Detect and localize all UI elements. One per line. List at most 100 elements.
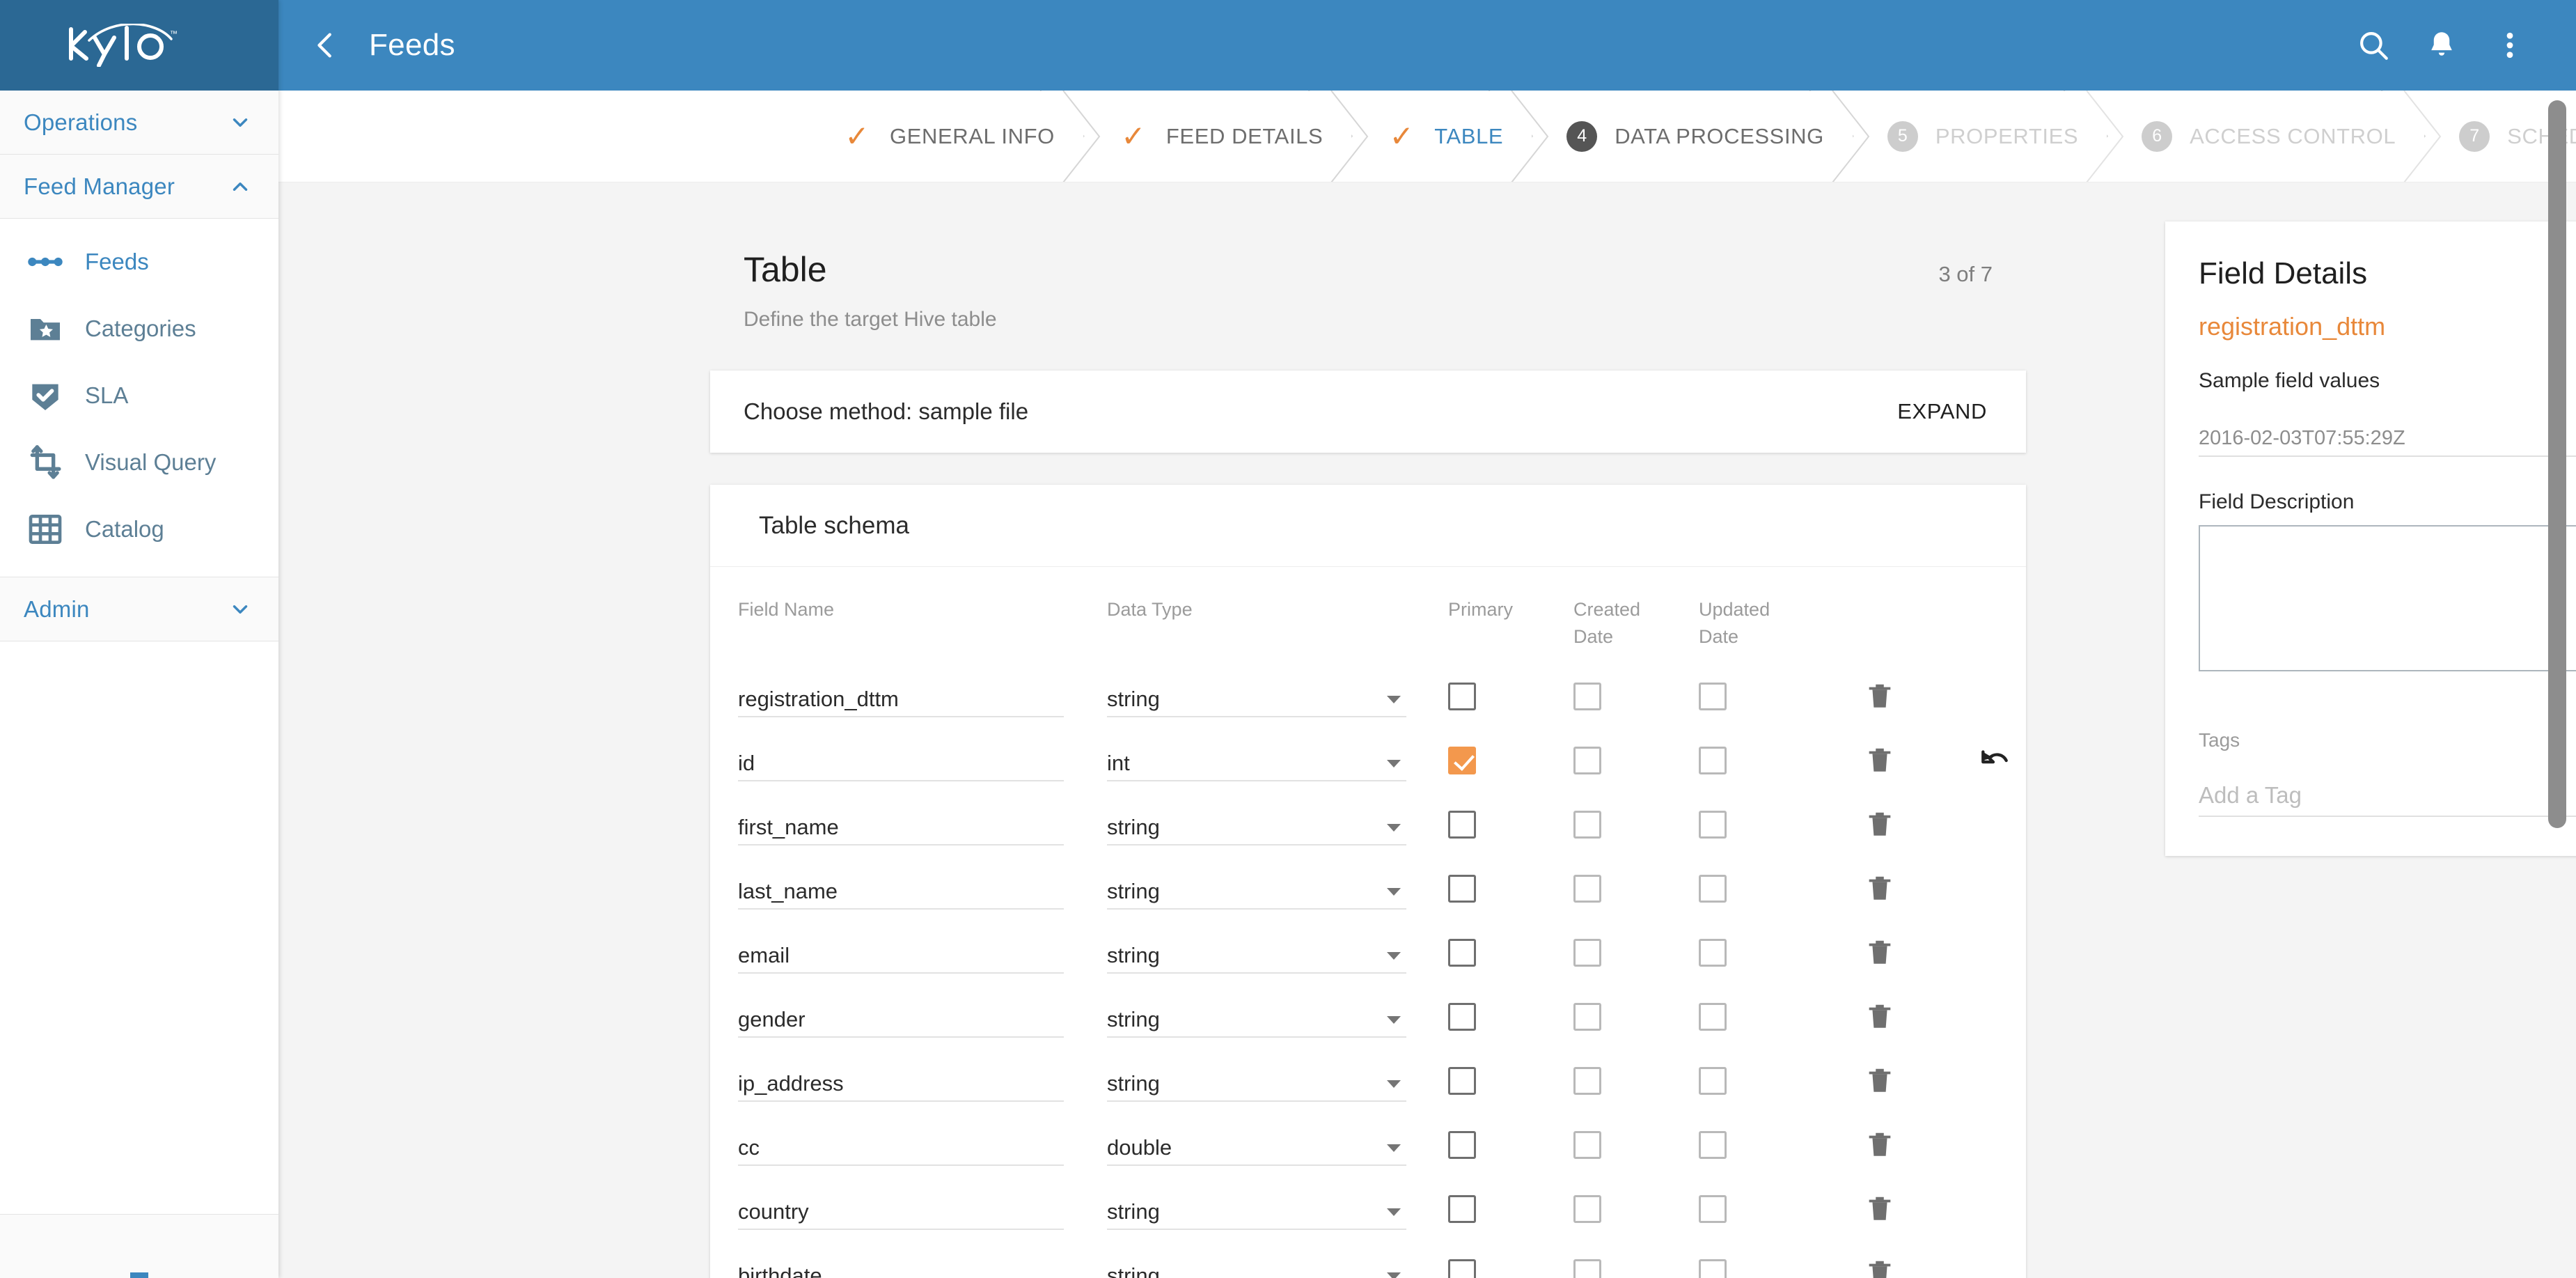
trash-icon[interactable] bbox=[1864, 1257, 1896, 1278]
sample-field-values-select[interactable]: 2016-02-03T07:55:29Z bbox=[2199, 411, 2576, 457]
primary-checkbox[interactable] bbox=[1448, 1195, 1476, 1224]
updated-date-checkbox[interactable] bbox=[1699, 811, 1727, 839]
search-icon[interactable] bbox=[2349, 21, 2398, 70]
sidebar-group-feed-manager-label: Feed Manager bbox=[24, 173, 175, 199]
data-type-select[interactable]: string bbox=[1107, 1060, 1406, 1102]
schema-table-header-row: Field Name Data Type Primary Created Dat… bbox=[710, 585, 2026, 664]
data-type-select[interactable]: string bbox=[1107, 1252, 1406, 1278]
step-general-info[interactable]: ✓ GENERAL INFO bbox=[808, 91, 1101, 182]
more-vertical-icon[interactable] bbox=[2485, 21, 2534, 70]
sidebar-item-catalog[interactable]: Catalog bbox=[0, 496, 278, 563]
updated-date-checkbox[interactable] bbox=[1699, 683, 1727, 711]
step-properties[interactable]: 5 PROPERTIES bbox=[1853, 91, 2124, 182]
created-date-checkbox[interactable] bbox=[1573, 1131, 1601, 1160]
field-name-input[interactable]: id bbox=[738, 740, 1064, 782]
step-table[interactable]: ✓ TABLE bbox=[1352, 91, 1549, 182]
created-date-checkbox[interactable] bbox=[1573, 683, 1601, 711]
field-name-input[interactable]: country bbox=[738, 1188, 1064, 1231]
created-date-checkbox[interactable] bbox=[1573, 1195, 1601, 1224]
created-date-checkbox[interactable] bbox=[1573, 1067, 1601, 1096]
field-description-input[interactable] bbox=[2199, 525, 2576, 671]
updated-date-checkbox[interactable] bbox=[1699, 875, 1727, 903]
primary-checkbox[interactable] bbox=[1448, 1067, 1476, 1096]
trash-icon[interactable] bbox=[1864, 1001, 1896, 1033]
sidebar-item-feeds[interactable]: Feeds bbox=[0, 228, 278, 295]
primary-checkbox[interactable] bbox=[1448, 1131, 1476, 1160]
chevron-left-icon[interactable] bbox=[306, 26, 345, 65]
updated-date-checkbox[interactable] bbox=[1699, 1195, 1727, 1224]
data-type-select[interactable]: string bbox=[1107, 932, 1406, 974]
step-schedule[interactable]: 7 SCHEDULE bbox=[2425, 91, 2576, 182]
sidebar-group-feed-manager[interactable]: Feed Manager bbox=[0, 155, 278, 219]
created-date-checkbox[interactable] bbox=[1573, 811, 1601, 839]
updated-date-checkbox[interactable] bbox=[1699, 1131, 1727, 1160]
step-access-control-label: ACCESS CONTROL bbox=[2190, 123, 2396, 148]
field-name-input[interactable]: registration_dttm bbox=[738, 676, 1064, 718]
primary-checkbox[interactable] bbox=[1448, 1259, 1476, 1278]
data-type-select[interactable]: string bbox=[1107, 868, 1406, 910]
data-type-select[interactable]: string bbox=[1107, 804, 1406, 846]
updated-date-checkbox[interactable] bbox=[1699, 1003, 1727, 1031]
trash-icon[interactable] bbox=[1864, 1193, 1896, 1225]
trash-icon[interactable] bbox=[1864, 745, 1896, 777]
sidebar-group-operations[interactable]: Operations bbox=[0, 91, 278, 155]
step-access-control[interactable]: 6 ACCESS CONTROL bbox=[2107, 91, 2442, 182]
sidebar-item-sla[interactable]: SLA bbox=[0, 362, 278, 429]
step-data-processing[interactable]: 4 DATA PROCESSING bbox=[1532, 91, 1870, 182]
step-number-badge: 6 bbox=[2141, 120, 2173, 152]
updated-date-checkbox[interactable] bbox=[1699, 939, 1727, 967]
created-date-checkbox[interactable] bbox=[1573, 747, 1601, 775]
field-details-field-name: registration_dttm bbox=[2199, 312, 2386, 341]
undo-icon[interactable] bbox=[1977, 743, 2012, 778]
trash-icon[interactable] bbox=[1864, 809, 1896, 841]
updated-date-checkbox[interactable] bbox=[1699, 1259, 1727, 1278]
step-feed-details[interactable]: ✓ FEED DETAILS bbox=[1084, 91, 1369, 182]
chevron-down-icon bbox=[1387, 1208, 1401, 1217]
step-data-processing-label: DATA PROCESSING bbox=[1615, 123, 1824, 148]
primary-checkbox[interactable] bbox=[1448, 939, 1476, 967]
field-name-input[interactable]: gender bbox=[738, 996, 1064, 1038]
sidebar-group-admin[interactable]: Admin bbox=[0, 577, 278, 641]
sidebar-item-categories[interactable]: Categories bbox=[0, 295, 278, 362]
updated-date-checkbox[interactable] bbox=[1699, 1067, 1727, 1096]
primary-checkbox[interactable] bbox=[1448, 1003, 1476, 1031]
data-type-value: string bbox=[1107, 1007, 1160, 1032]
primary-checkbox[interactable] bbox=[1448, 811, 1476, 839]
created-date-checkbox[interactable] bbox=[1573, 875, 1601, 903]
add-tag-input[interactable]: Add a Tag bbox=[2199, 767, 2576, 817]
primary-checkbox[interactable] bbox=[1448, 683, 1476, 711]
data-type-select[interactable]: string bbox=[1107, 1188, 1406, 1231]
field-name-input[interactable]: cc bbox=[738, 1124, 1064, 1167]
data-type-select[interactable]: string bbox=[1107, 676, 1406, 718]
trash-icon[interactable] bbox=[1864, 1129, 1896, 1161]
data-type-select[interactable]: int bbox=[1107, 740, 1406, 782]
sidebar-item-visual-query[interactable]: Visual Query bbox=[0, 429, 278, 496]
data-type-select[interactable]: double bbox=[1107, 1124, 1406, 1167]
field-name-input[interactable]: first_name bbox=[738, 804, 1064, 846]
choose-method-bar[interactable]: Choose method: sample file EXPAND bbox=[710, 371, 2026, 453]
trash-icon[interactable] bbox=[1864, 680, 1896, 712]
field-name-input[interactable]: last_name bbox=[738, 868, 1064, 910]
created-date-checkbox[interactable] bbox=[1573, 1259, 1601, 1278]
field-name-input[interactable]: ip_address bbox=[738, 1060, 1064, 1102]
data-type-select[interactable]: string bbox=[1107, 996, 1406, 1038]
field-name-input[interactable]: email bbox=[738, 932, 1064, 974]
field-name-value: last_name bbox=[738, 879, 838, 904]
created-date-checkbox[interactable] bbox=[1573, 939, 1601, 967]
trash-icon[interactable] bbox=[1864, 873, 1896, 905]
sidebar-bottom-strip bbox=[0, 1214, 278, 1278]
created-date-checkbox[interactable] bbox=[1573, 1003, 1601, 1031]
table-row: registration_dttm string bbox=[710, 664, 2026, 728]
folder-star-icon bbox=[24, 309, 67, 348]
field-name-value: ip_address bbox=[738, 1071, 844, 1096]
page-title: Feeds bbox=[369, 28, 455, 62]
primary-checkbox[interactable] bbox=[1448, 875, 1476, 903]
bell-icon[interactable] bbox=[2417, 21, 2466, 70]
trash-icon[interactable] bbox=[1864, 937, 1896, 969]
field-name-input[interactable]: birthdate bbox=[738, 1252, 1064, 1278]
table-row: last_name string bbox=[710, 857, 2026, 921]
trash-icon[interactable] bbox=[1864, 1065, 1896, 1097]
expand-button[interactable]: EXPAND bbox=[1897, 399, 1987, 424]
primary-checkbox[interactable] bbox=[1448, 747, 1476, 775]
updated-date-checkbox[interactable] bbox=[1699, 747, 1727, 775]
